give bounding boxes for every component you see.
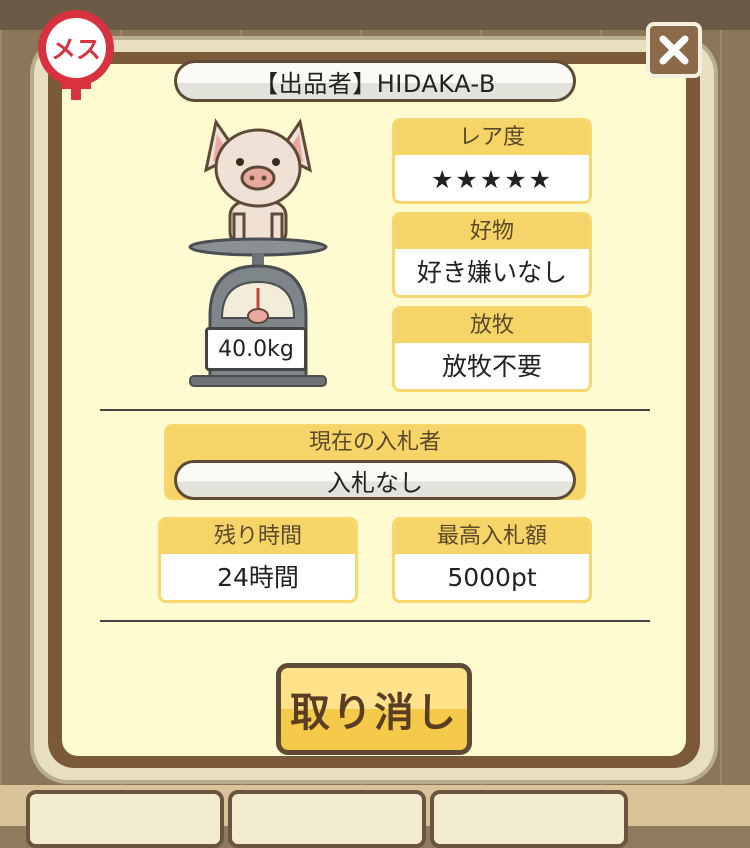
remaining-time-label: 残り時間 (161, 520, 355, 554)
favorite-food-value: 好き嫌いなし (416, 258, 567, 287)
close-icon (659, 35, 689, 65)
section-divider (100, 409, 650, 411)
grazing-card: 放牧 放牧不要 (392, 306, 592, 392)
current-bidder-value: 入札なし (327, 468, 423, 497)
highest-bid-card: 最高入札額 5000pt (392, 517, 592, 603)
cancel-button-label: 取り消し (290, 690, 458, 736)
seller-name-bar: 【出品者】HIDAKA-B (174, 60, 576, 102)
cancel-button[interactable]: 取り消し (276, 663, 472, 755)
weight-display: 40.0kg (205, 327, 307, 371)
background-tab (430, 790, 628, 848)
remaining-time-value: 24時間 (217, 563, 299, 592)
current-bidder-bar: 入札なし (174, 460, 576, 500)
rarity-stars: ★★★★★ (430, 165, 554, 194)
grazing-value: 放牧不要 (441, 352, 542, 381)
current-bidder-card: 現在の入札者 入札なし (164, 424, 586, 500)
section-divider (100, 620, 650, 622)
background-tab (228, 790, 426, 848)
favorite-food-label: 好物 (395, 215, 589, 249)
favorite-food-card: 好物 好き嫌いなし (392, 212, 592, 298)
highest-bid-label: 最高入札額 (395, 520, 589, 554)
weight-value: 40.0kg (218, 336, 294, 362)
rarity-card: レア度 ★★★★★ (392, 118, 592, 204)
rarity-label: レア度 (395, 121, 589, 155)
female-symbol-icon: メス (28, 6, 124, 102)
remaining-time-card: 残り時間 24時間 (158, 517, 358, 603)
current-bidder-label: 現在の入札者 (308, 430, 441, 455)
close-button[interactable] (646, 22, 702, 78)
grazing-label: 放牧 (395, 309, 589, 343)
background-tab (26, 790, 224, 848)
highest-bid-value: 5000pt (447, 563, 537, 592)
gender-label: メス (50, 35, 101, 64)
seller-name: 【出品者】HIDAKA-B (254, 69, 496, 98)
